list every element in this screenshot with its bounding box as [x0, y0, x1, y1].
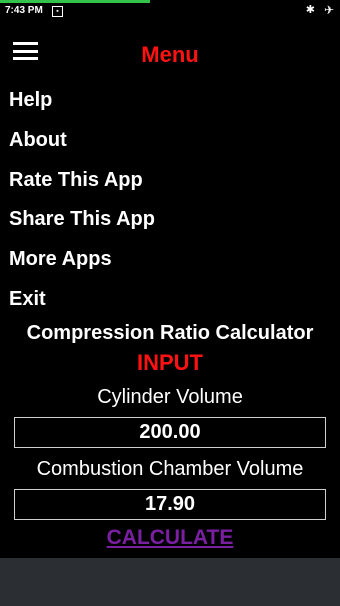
menu-item-more-apps[interactable]: More Apps	[9, 245, 155, 285]
menu-item-help[interactable]: Help	[9, 86, 155, 126]
combustion-chamber-field[interactable]: 17.90	[14, 489, 326, 520]
loading-progress-bar	[0, 0, 150, 3]
bottom-bar	[0, 558, 340, 606]
notification-icon: ▪	[52, 6, 63, 17]
cylinder-volume-label: Cylinder Volume	[97, 386, 243, 408]
status-bar: 7:43 PM ▪ ✱ ✈	[0, 0, 340, 22]
menu-item-share[interactable]: Share This App	[9, 205, 155, 245]
calculator-title: Compression Ratio Calculator	[26, 322, 314, 344]
menu-list: Help About Rate This App Share This App …	[9, 86, 155, 325]
bluetooth-icon: ✱	[305, 4, 315, 16]
combustion-chamber-label: Combustion Chamber Volume	[36, 458, 304, 480]
menu-header: Menu	[0, 30, 340, 74]
status-time: 7:43 PM	[5, 5, 43, 16]
menu-title: Menu	[141, 42, 199, 67]
calculator-panel: Compression Ratio Calculator INPUT Cylin…	[0, 318, 340, 550]
cylinder-volume-field[interactable]: 200.00	[14, 417, 326, 448]
airplane-icon: ✈	[323, 3, 334, 17]
input-section-label: INPUT	[137, 350, 203, 375]
menu-item-about[interactable]: About	[9, 126, 155, 166]
calculate-button[interactable]: CALCULATE	[100, 526, 240, 550]
menu-item-rate[interactable]: Rate This App	[9, 166, 155, 206]
